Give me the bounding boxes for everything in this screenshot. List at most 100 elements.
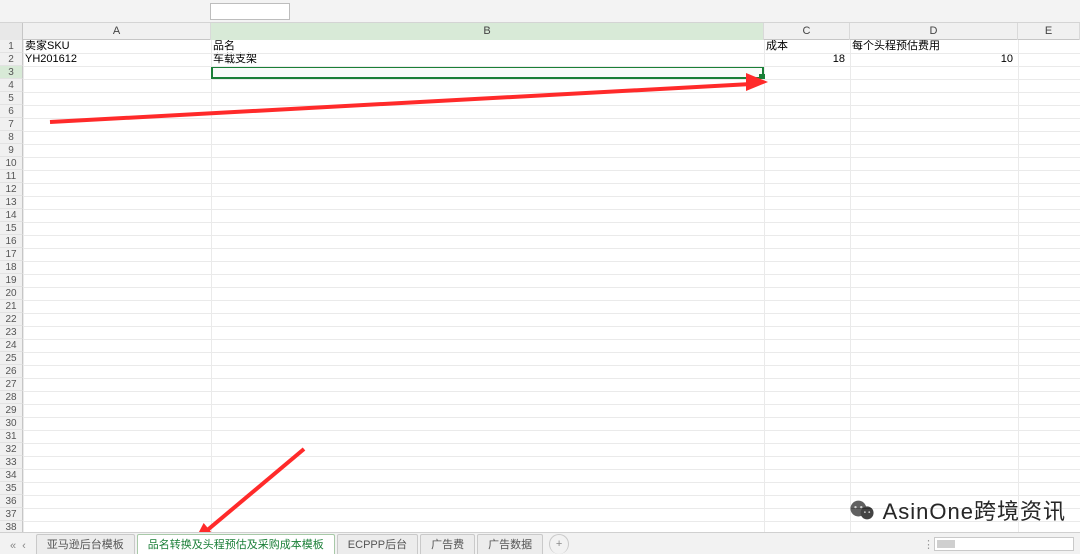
col-header-d[interactable]: D xyxy=(850,23,1018,40)
row-header[interactable]: 7 xyxy=(0,118,23,131)
row-header[interactable]: 8 xyxy=(0,131,23,144)
row-header[interactable]: 32 xyxy=(0,443,23,456)
cell-d1[interactable]: 每个头程预估费用 xyxy=(851,40,1017,53)
gridline-h xyxy=(23,300,1080,301)
gridline-h xyxy=(23,118,1080,119)
tab-nav: « ‹ xyxy=(0,540,36,554)
gridline-h xyxy=(23,417,1080,418)
row-header[interactable]: 3 xyxy=(0,66,23,79)
gridline-h xyxy=(23,222,1080,223)
row-header[interactable]: 33 xyxy=(0,456,23,469)
row-header[interactable]: 12 xyxy=(0,183,23,196)
row-header[interactable]: 31 xyxy=(0,430,23,443)
active-cell[interactable] xyxy=(211,66,764,79)
cell-b1[interactable]: 品名 xyxy=(212,40,763,53)
gridline-h xyxy=(23,105,1080,106)
row-header[interactable]: 25 xyxy=(0,352,23,365)
row-header[interactable]: 17 xyxy=(0,248,23,261)
gridline-h xyxy=(23,196,1080,197)
gridline-h xyxy=(23,79,1080,80)
wechat-icon xyxy=(849,499,875,521)
scrollbar-thumb[interactable] xyxy=(937,540,955,548)
row-header[interactable]: 18 xyxy=(0,261,23,274)
row-header[interactable]: 23 xyxy=(0,326,23,339)
gridline-h xyxy=(23,391,1080,392)
gridline-v xyxy=(23,40,24,532)
gridline-h xyxy=(23,183,1080,184)
row-header[interactable]: 34 xyxy=(0,469,23,482)
sheet-tab[interactable]: 亚马逊后台模板 xyxy=(36,534,135,554)
row-header[interactable]: 29 xyxy=(0,404,23,417)
row-header[interactable]: 22 xyxy=(0,313,23,326)
row-header[interactable]: 6 xyxy=(0,105,23,118)
tab-strip-options-icon[interactable]: ⋮ xyxy=(923,538,934,554)
row-header[interactable]: 10 xyxy=(0,157,23,170)
col-header-c[interactable]: C xyxy=(764,23,850,40)
gridline-h xyxy=(23,261,1080,262)
name-box[interactable] xyxy=(210,3,290,20)
cell-a2[interactable]: YH201612 xyxy=(24,53,210,66)
row-header[interactable]: 30 xyxy=(0,417,23,430)
gridline-h xyxy=(23,170,1080,171)
row-header[interactable]: 37 xyxy=(0,508,23,521)
row-header[interactable]: 11 xyxy=(0,170,23,183)
tab-nav-prev[interactable]: ‹ xyxy=(20,540,28,552)
tab-nav-first[interactable]: « xyxy=(8,540,18,552)
sheet-tab-strip: « ‹ 亚马逊后台模板 品名转换及头程预估及采购成本模板 ECPPP后台 广告费… xyxy=(0,532,1080,554)
cell-c2[interactable]: 18 xyxy=(765,53,847,66)
gridline-h xyxy=(23,404,1080,405)
row-header[interactable]: 26 xyxy=(0,365,23,378)
row-header[interactable]: 35 xyxy=(0,482,23,495)
row-header[interactable]: 15 xyxy=(0,222,23,235)
row-header[interactable]: 2 xyxy=(0,53,23,66)
row-header[interactable]: 21 xyxy=(0,300,23,313)
row-header[interactable]: 14 xyxy=(0,209,23,222)
sheet-tab[interactable]: 广告费 xyxy=(420,534,475,554)
row-header[interactable]: 19 xyxy=(0,274,23,287)
select-all-corner[interactable] xyxy=(0,23,23,40)
gridline-h xyxy=(23,157,1080,158)
watermark: AsinOne跨境资讯 xyxy=(849,494,1066,526)
sheet-tab[interactable]: 品名转换及头程预估及采购成本模板 xyxy=(137,534,335,554)
row-header[interactable]: 4 xyxy=(0,79,23,92)
gridline-h xyxy=(23,378,1080,379)
row-header[interactable]: 27 xyxy=(0,378,23,391)
gridline-h xyxy=(23,235,1080,236)
row-header[interactable]: 36 xyxy=(0,495,23,508)
row-header[interactable]: 24 xyxy=(0,339,23,352)
gridline-h xyxy=(23,131,1080,132)
row-header[interactable]: 20 xyxy=(0,287,23,300)
sheet-tab[interactable]: 广告数据 xyxy=(477,534,543,554)
row-header[interactable]: 5 xyxy=(0,92,23,105)
watermark-text: AsinOne跨境资讯 xyxy=(883,494,1066,526)
gridline-h xyxy=(23,339,1080,340)
row-header[interactable]: 13 xyxy=(0,196,23,209)
horizontal-scrollbar[interactable] xyxy=(934,537,1074,551)
cell-c1[interactable]: 成本 xyxy=(765,40,849,53)
cell-a1[interactable]: 卖家SKU xyxy=(24,40,210,53)
cell-d2[interactable]: 10 xyxy=(851,53,1015,66)
row-header[interactable]: 16 xyxy=(0,235,23,248)
col-header-e[interactable]: E xyxy=(1018,23,1080,40)
add-sheet-button[interactable]: + xyxy=(549,534,569,554)
column-header-row: A B C D E xyxy=(0,23,1080,40)
gridline-h xyxy=(23,430,1080,431)
col-header-b[interactable]: B xyxy=(211,23,764,40)
row-header[interactable]: 1 xyxy=(0,40,23,53)
row-header[interactable]: 9 xyxy=(0,144,23,157)
col-header-a[interactable]: A xyxy=(23,23,211,40)
sheet-tab[interactable]: ECPPP后台 xyxy=(337,534,418,554)
gridline-h xyxy=(23,313,1080,314)
gridline-h xyxy=(23,144,1080,145)
gridline-h xyxy=(23,66,1080,67)
gridline-h xyxy=(23,209,1080,210)
cell-b2[interactable]: 车载支架 xyxy=(212,53,763,66)
row-header[interactable]: 28 xyxy=(0,391,23,404)
gridline-h xyxy=(23,248,1080,249)
gridline-h xyxy=(23,352,1080,353)
row-header[interactable]: 38 xyxy=(0,521,23,532)
gridline-h xyxy=(23,274,1080,275)
gridline-h xyxy=(23,469,1080,470)
annotation-arrowhead xyxy=(746,73,768,91)
gridline-v xyxy=(1018,40,1019,532)
